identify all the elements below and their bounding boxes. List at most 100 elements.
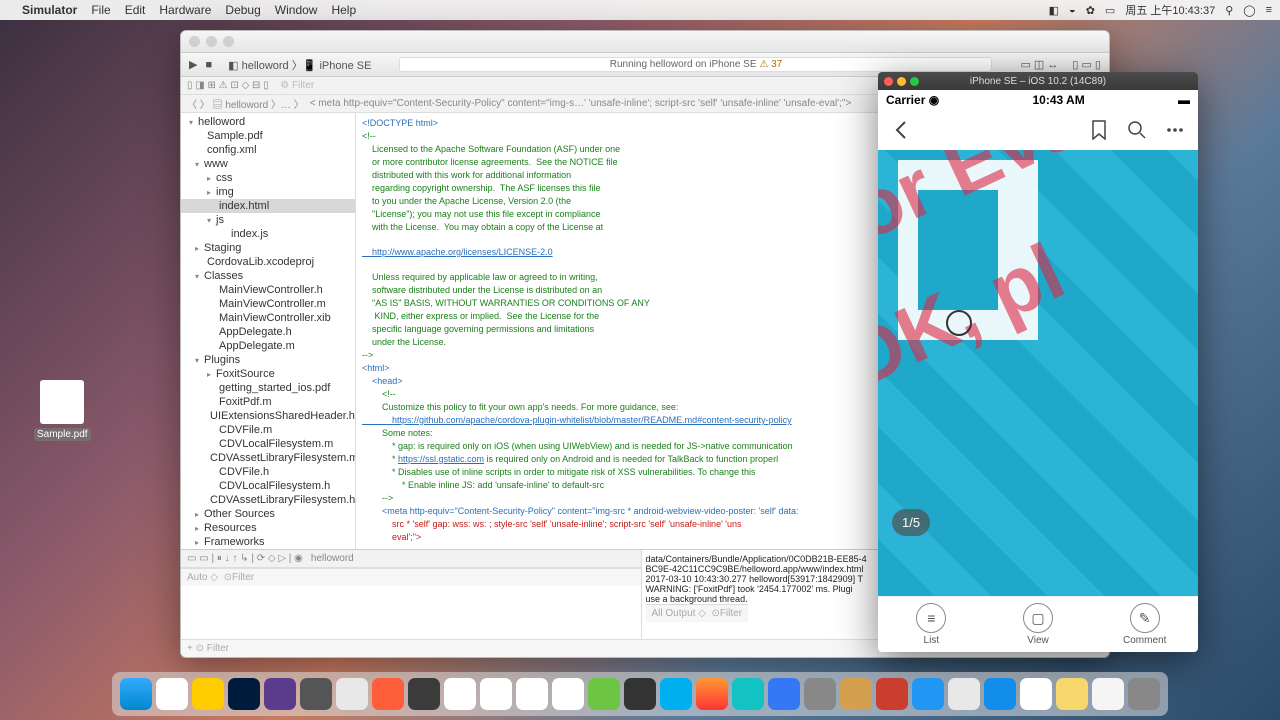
panel-toggle-buttons[interactable]: ▯ ▭ ▯ [1072, 58, 1101, 71]
device-selector[interactable]: iPhone SE [319, 60, 371, 72]
back-button[interactable] [890, 119, 912, 141]
close-traffic-light[interactable] [189, 36, 200, 47]
nav-item[interactable]: config.xml [181, 143, 355, 157]
pdf-content[interactable]: for Eval DK, pl 1/5 [878, 150, 1198, 596]
dock-app[interactable] [516, 678, 548, 710]
zoom-traffic-light[interactable] [910, 77, 919, 86]
dock-app[interactable] [876, 678, 908, 710]
nav-item[interactable]: css [181, 171, 355, 185]
nav-item[interactable]: MainViewController.xib [181, 311, 355, 325]
stop-button[interactable]: ■ [205, 59, 212, 71]
nav-item[interactable]: Staging [181, 241, 355, 255]
app-menu[interactable]: Simulator [22, 3, 77, 17]
nav-item[interactable]: Classes [181, 269, 355, 283]
minimize-traffic-light[interactable] [206, 36, 217, 47]
nav-item[interactable]: Resources [181, 521, 355, 535]
filter-input[interactable]: Filter [232, 572, 254, 583]
dock-app[interactable] [120, 678, 152, 710]
nav-item[interactable]: MainViewController.h [181, 283, 355, 297]
nav-item[interactable]: CDVLocalFilesystem.h [181, 479, 355, 493]
nav-item[interactable]: Plugins [181, 353, 355, 367]
nav-item[interactable]: CDVFile.m [181, 423, 355, 437]
project-navigator[interactable]: hellowordSample.pdfconfig.xmlwwwcssimgin… [181, 113, 356, 549]
run-button[interactable]: ▶ [189, 58, 197, 71]
wifi-icon[interactable]: ◒ [1069, 4, 1076, 16]
dock-app[interactable] [732, 678, 764, 710]
nav-item[interactable]: CordovaLib.xcodeproj [181, 255, 355, 269]
nav-item[interactable]: AppDelegate.h [181, 325, 355, 339]
nav-item[interactable]: helloword [181, 115, 355, 129]
comment-button[interactable]: ✎Comment [1091, 597, 1198, 652]
dock-app[interactable] [228, 678, 260, 710]
dock-app[interactable] [1128, 678, 1160, 710]
dock-app[interactable] [948, 678, 980, 710]
dock-app[interactable] [264, 678, 296, 710]
menu-help[interactable]: Help [331, 3, 356, 17]
dock-app[interactable] [768, 678, 800, 710]
dock-app[interactable] [444, 678, 476, 710]
menubar-extra-icon[interactable]: ✿ [1086, 4, 1095, 17]
nav-item[interactable]: FoxitPdf.m [181, 395, 355, 409]
menu-hardware[interactable]: Hardware [159, 3, 211, 17]
dock-app[interactable] [336, 678, 368, 710]
nav-item[interactable]: index.js [181, 227, 355, 241]
dock-app[interactable] [804, 678, 836, 710]
dock-app[interactable] [192, 678, 224, 710]
dock-app[interactable] [156, 678, 188, 710]
dock-app[interactable] [840, 678, 872, 710]
editor-mode-buttons[interactable]: ▭ ◫ ↔ [1020, 58, 1058, 71]
nav-item[interactable]: Sample.pdf [181, 129, 355, 143]
nav-item[interactable]: UIExtensionsSharedHeader.h [181, 409, 355, 423]
macos-dock[interactable] [112, 672, 1168, 716]
nav-item[interactable]: MainViewController.m [181, 297, 355, 311]
notification-center-icon[interactable]: ≡ [1266, 4, 1272, 16]
dock-app[interactable] [372, 678, 404, 710]
dock-app[interactable] [1056, 678, 1088, 710]
menubar-extra-icon[interactable]: ◧ [1049, 4, 1059, 17]
nav-item[interactable]: index.html [181, 199, 355, 213]
nav-item[interactable]: getting_started_ios.pdf [181, 381, 355, 395]
nav-item[interactable]: CDVFile.h [181, 465, 355, 479]
menu-debug[interactable]: Debug [225, 3, 260, 17]
dock-app[interactable] [696, 678, 728, 710]
nav-item[interactable]: img [181, 185, 355, 199]
zoom-traffic-light[interactable] [223, 36, 234, 47]
view-button[interactable]: ▢View [985, 597, 1092, 652]
filter-input[interactable]: Filter [720, 608, 742, 619]
dock-app[interactable] [588, 678, 620, 710]
nav-item[interactable]: CDVAssetLibraryFilesystem.h [181, 493, 355, 507]
search-icon[interactable] [1126, 119, 1148, 141]
dock-app[interactable] [552, 678, 584, 710]
user-icon[interactable]: ◯ [1243, 4, 1255, 17]
dock-app[interactable] [300, 678, 332, 710]
desktop-file[interactable]: Sample.pdf [34, 380, 90, 441]
output-selector[interactable]: All Output ◇ [652, 608, 706, 619]
scheme-selector[interactable]: helloword [242, 60, 289, 72]
menu-edit[interactable]: Edit [125, 3, 146, 17]
dock-app[interactable] [1092, 678, 1124, 710]
scope-selector[interactable]: Auto ◇ [187, 572, 218, 583]
dock-app[interactable] [984, 678, 1016, 710]
nav-item[interactable]: AppDelegate.m [181, 339, 355, 353]
bookmark-icon[interactable] [1088, 119, 1110, 141]
dock-app[interactable] [408, 678, 440, 710]
more-icon[interactable] [1164, 119, 1186, 141]
dock-app[interactable] [480, 678, 512, 710]
dock-app[interactable] [624, 678, 656, 710]
nav-item[interactable]: FoxitSource [181, 367, 355, 381]
dock-app[interactable] [1020, 678, 1052, 710]
nav-item[interactable]: CDVLocalFilesystem.m [181, 437, 355, 451]
nav-item[interactable]: js [181, 213, 355, 227]
battery-icon[interactable]: ▭ [1105, 4, 1115, 17]
dock-app[interactable] [912, 678, 944, 710]
menu-window[interactable]: Window [275, 3, 318, 17]
minimize-traffic-light[interactable] [897, 77, 906, 86]
nav-item[interactable]: Frameworks [181, 535, 355, 549]
list-button[interactable]: ≡List [878, 597, 985, 652]
spotlight-icon[interactable]: ⚲ [1225, 4, 1233, 17]
menu-file[interactable]: File [91, 3, 110, 17]
close-traffic-light[interactable] [884, 77, 893, 86]
nav-item[interactable]: Other Sources [181, 507, 355, 521]
nav-item[interactable]: www [181, 157, 355, 171]
dock-app[interactable] [660, 678, 692, 710]
